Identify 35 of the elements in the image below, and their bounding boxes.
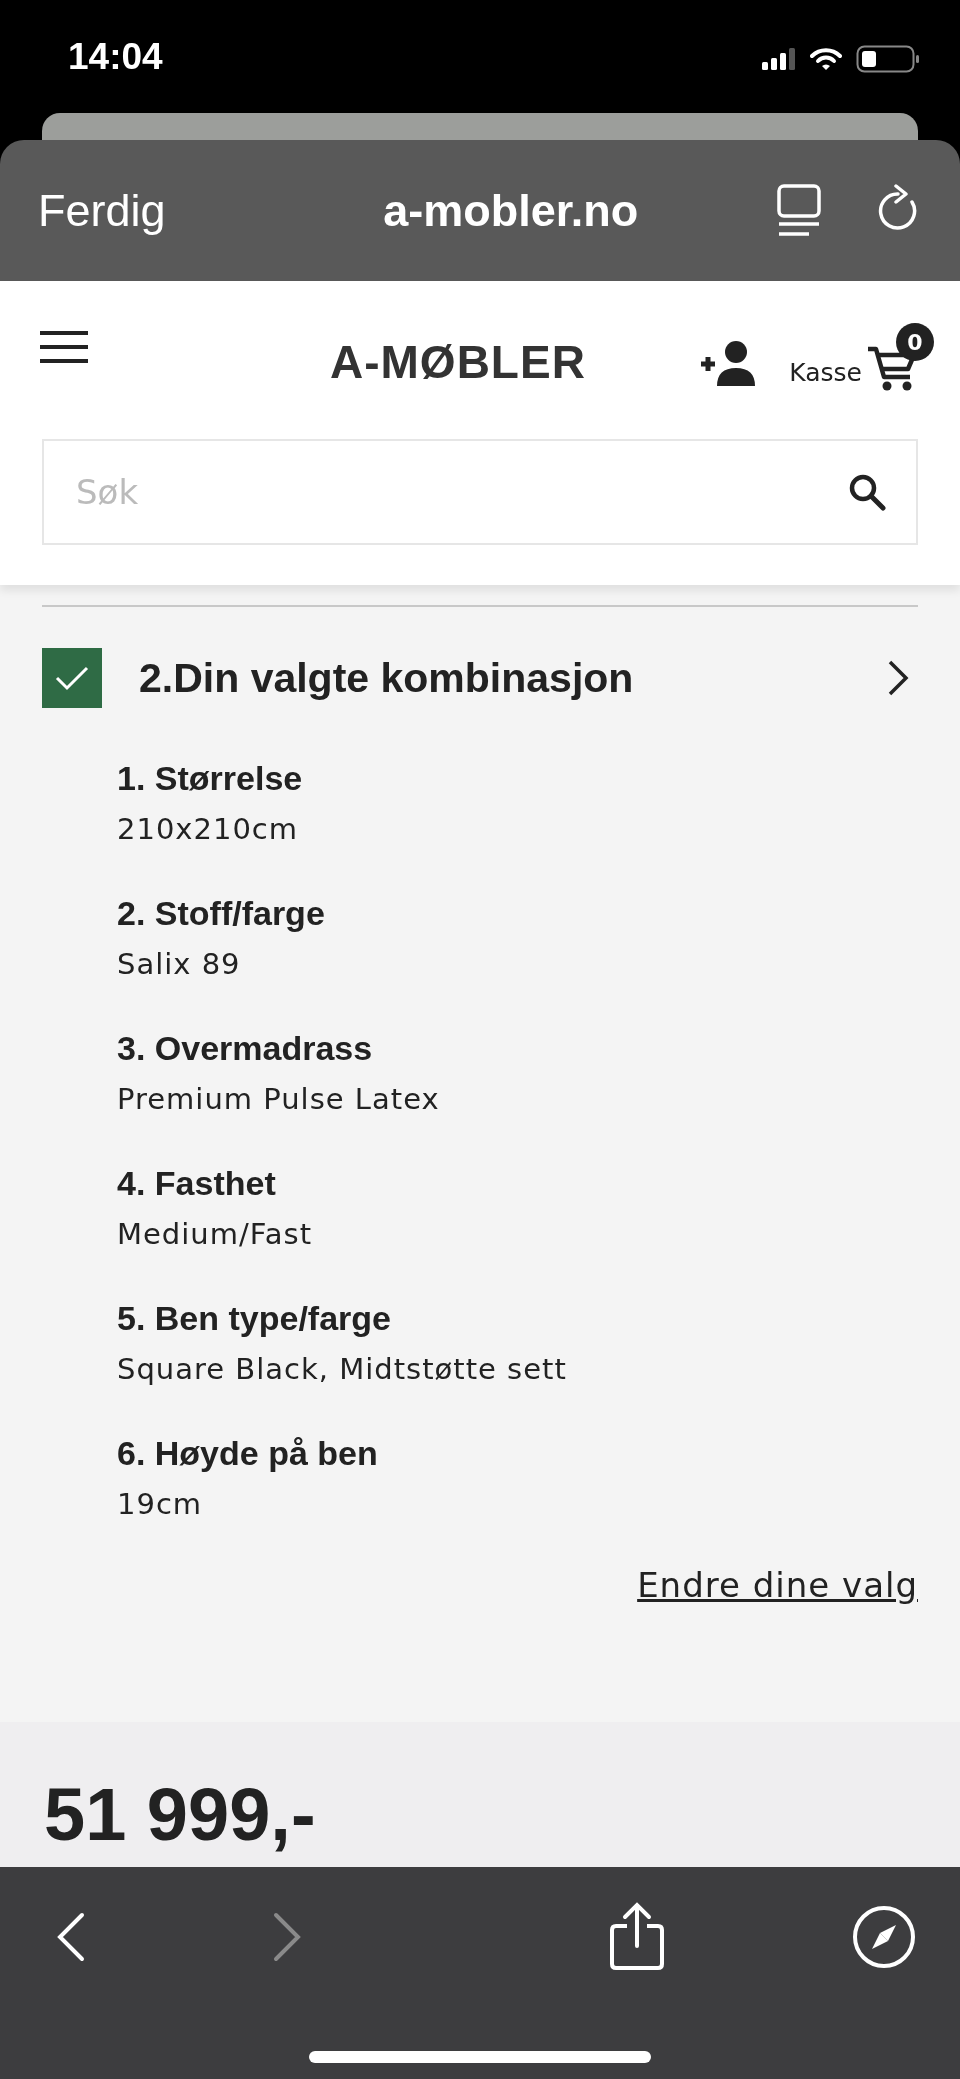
- search-field[interactable]: Søk: [42, 439, 918, 545]
- wifi-icon: [810, 47, 842, 71]
- address-text[interactable]: a-mobler.no: [165, 184, 776, 237]
- menu-icon[interactable]: [40, 331, 88, 365]
- search-input[interactable]: Søk: [74, 471, 848, 513]
- choice-title: 6. Høyde på ben: [117, 1434, 379, 1473]
- choice-value: Medium/Fast: [117, 1217, 313, 1251]
- choice-value: 19cm: [117, 1487, 204, 1521]
- choice-title: 1. Størrelse: [117, 759, 304, 798]
- choice-value: Salix 89: [117, 947, 242, 981]
- back-icon[interactable]: [56, 1912, 86, 1962]
- share-icon[interactable]: [608, 1902, 666, 1972]
- choice-title: 5. Ben type/farge: [117, 1299, 392, 1338]
- choice-title: 4. Fasthet: [117, 1164, 277, 1203]
- price: 51 999,-: [44, 1772, 316, 1857]
- change-link[interactable]: Endre dine valg: [637, 1565, 918, 1605]
- compass-icon[interactable]: [852, 1905, 916, 1969]
- cart-count-badge: 0: [896, 323, 934, 361]
- choice-value: Square Black, Midtstøtte sett: [117, 1352, 568, 1386]
- choice-value: Premium Pulse Latex: [117, 1082, 441, 1116]
- logo[interactable]: A-MØBLER: [330, 335, 586, 389]
- reader-icon[interactable]: [776, 183, 822, 238]
- chevron-right-icon[interactable]: [886, 658, 910, 698]
- clock: 14:04: [68, 36, 163, 78]
- checkbox[interactable]: [42, 648, 102, 708]
- done-button[interactable]: Ferdig: [38, 184, 166, 237]
- search-icon[interactable]: [848, 473, 886, 511]
- cart-label[interactable]: Kasse: [789, 358, 862, 387]
- choice-title: 2. Stoff/farge: [117, 894, 326, 933]
- choice-value: 210x210cm: [117, 812, 300, 846]
- checkmark-icon: [54, 664, 90, 692]
- signal-icon: [762, 48, 796, 70]
- step-title: 2.Din valgte kombinasjon: [139, 654, 635, 702]
- battery-icon: [856, 45, 920, 73]
- choice-title: 3. Overmadrass: [117, 1029, 374, 1068]
